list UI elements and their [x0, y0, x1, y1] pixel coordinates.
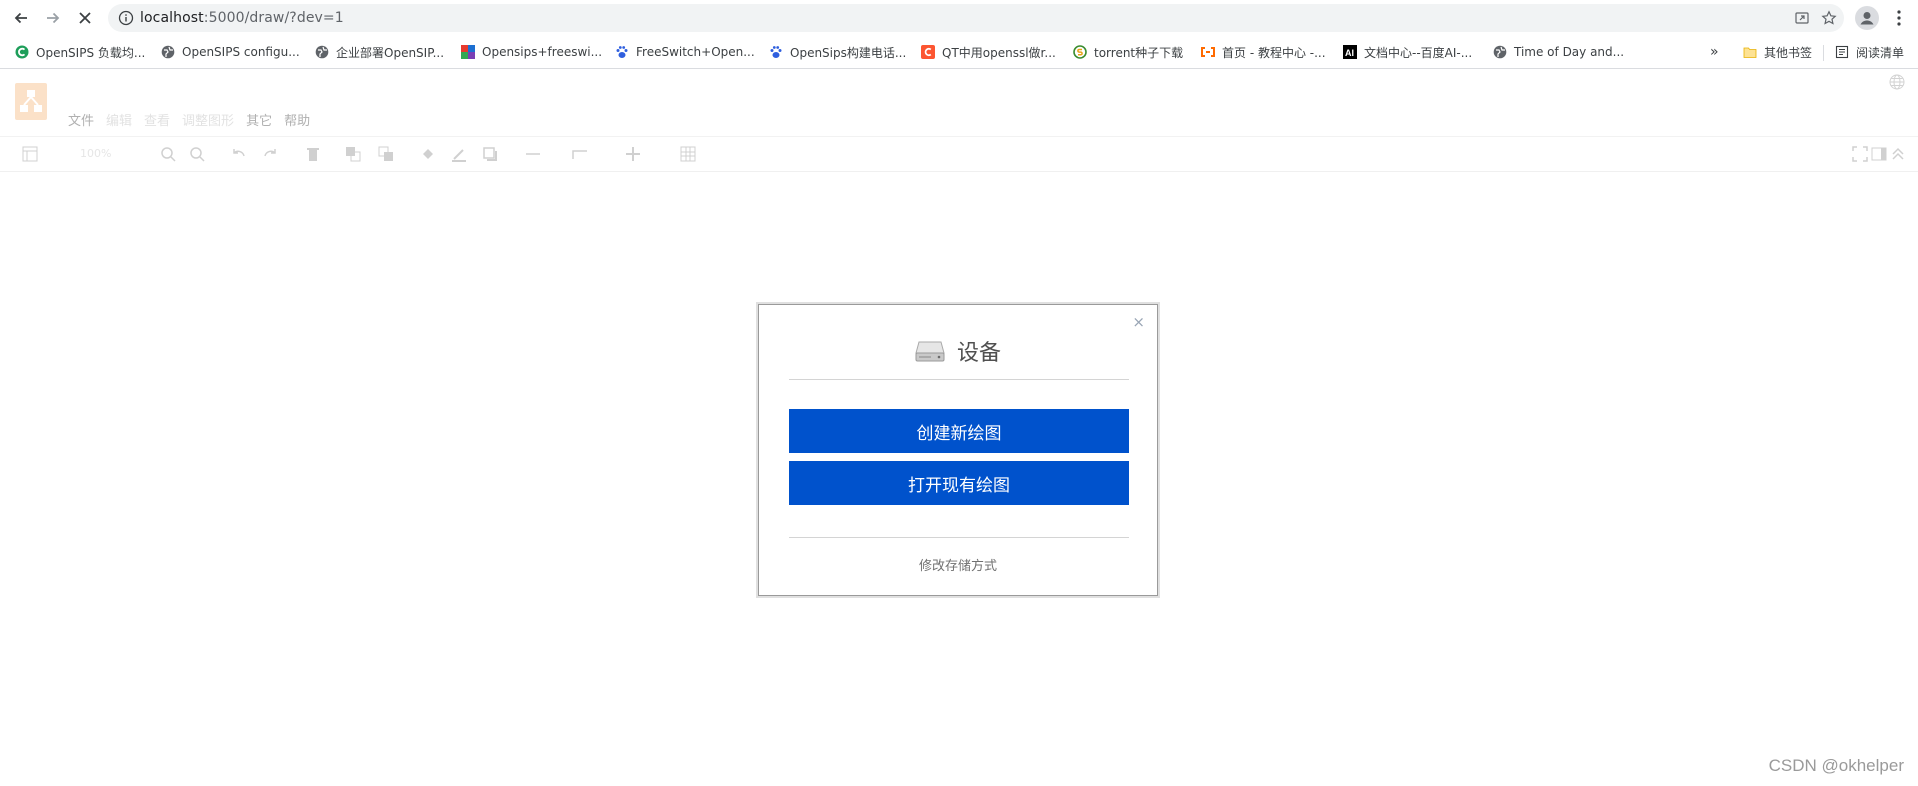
table-icon[interactable] — [680, 146, 696, 162]
bookmark-label: QT中用openssl做r... — [942, 45, 1056, 60]
browser-menu-icon[interactable] — [1892, 8, 1906, 28]
forward-button[interactable] — [42, 7, 64, 29]
bookmark-item[interactable]: AI 文档中心--百度AI-... — [1342, 43, 1472, 61]
change-storage-link[interactable]: 修改存储方式 — [759, 555, 1157, 574]
bookmark-label: OpenSips构建电话... — [790, 45, 907, 60]
address-bar[interactable]: localhost:5000/draw/?dev=1 — [108, 4, 1844, 32]
aliyun-favicon-icon — [1200, 44, 1216, 60]
bookmark-label: Opensips+freeswi... — [482, 45, 603, 59]
back-button[interactable] — [10, 7, 32, 29]
share-icon[interactable] — [1794, 10, 1810, 26]
arrow-right-icon — [47, 12, 60, 24]
close-icon — [79, 12, 91, 24]
csdn-watermark: CSDN @okhelper — [1768, 756, 1904, 775]
menu-help[interactable]: 帮助 — [284, 110, 310, 129]
dialog-header: 设备 — [759, 335, 1157, 367]
drawio-logo — [15, 83, 47, 120]
reading-list-label: 阅读清单 — [1856, 45, 1905, 60]
shadow-icon[interactable] — [482, 146, 498, 162]
globe-favicon-icon — [1492, 44, 1508, 60]
bookmark-label: OpenSIPS configu... — [182, 45, 300, 59]
to-back-icon[interactable] — [378, 146, 394, 162]
fullscreen-icon[interactable] — [1852, 146, 1868, 162]
baidu-paw-favicon-icon — [614, 44, 630, 60]
bookmark-item[interactable]: torrent种子下载 — [1072, 43, 1183, 61]
bookmark-item[interactable]: Time of Day and... — [1492, 43, 1624, 61]
bookmark-label: FreeSwitch+Open... — [636, 45, 755, 59]
bookmark-item[interactable]: Opensips+freeswi... — [460, 43, 602, 61]
s-circle-favicon-icon — [1072, 44, 1088, 60]
bookmark-label: OpenSIPS 负载均... — [36, 45, 146, 60]
panels-icon[interactable] — [22, 146, 38, 162]
menu-file[interactable]: 文件 — [68, 110, 94, 129]
bookmark-item[interactable]: OpenSIPS 负载均... — [14, 43, 145, 61]
browser-toolbar: localhost:5000/draw/?dev=1 — [0, 0, 1918, 36]
bookmarks-bar: OpenSIPS 负载均... OpenSIPS configu... 企业部署… — [0, 36, 1918, 69]
footer-divider — [789, 537, 1129, 538]
csdn-c-favicon-icon — [920, 44, 936, 60]
menu-arrange[interactable]: 调整图形 — [182, 110, 234, 129]
reading-list-button[interactable]: 阅读清单 — [1834, 43, 1904, 61]
other-bookmarks-folder[interactable]: 其他书签 — [1742, 43, 1812, 61]
redo-icon[interactable] — [263, 146, 279, 162]
dialog-title: 设备 — [956, 341, 1001, 366]
line-color-icon[interactable] — [451, 146, 467, 162]
bookmarks-divider — [1823, 45, 1824, 61]
green-c-favicon-icon — [14, 44, 30, 60]
globe-favicon-icon — [160, 44, 176, 60]
profile-avatar-icon[interactable] — [1855, 6, 1879, 30]
header-divider — [789, 379, 1129, 380]
close-dialog-button[interactable]: × — [1132, 313, 1145, 331]
zoom-in-icon[interactable] — [160, 146, 176, 162]
insert-icon[interactable] — [625, 146, 641, 162]
waypoints-icon[interactable] — [572, 146, 588, 162]
to-front-icon[interactable] — [345, 146, 361, 162]
url-path: :5000/draw/?dev=1 — [203, 10, 344, 26]
stop-loading-button[interactable] — [74, 7, 96, 29]
globe-favicon-icon — [314, 44, 330, 60]
bookmark-item[interactable]: OpenSips构建电话... — [768, 43, 906, 61]
site-info-icon[interactable] — [118, 10, 134, 26]
bookmark-label: Time of Day and... — [1514, 45, 1625, 59]
storage-dialog: × 设备 创建新绘图 打开现有绘图 修改存储方式 — [758, 304, 1158, 596]
bookmark-label: 首页 - 教程中心 -... — [1222, 45, 1326, 60]
bookmark-star-icon[interactable] — [1821, 10, 1837, 26]
fill-color-icon[interactable] — [420, 146, 436, 162]
collapse-chevron-icon[interactable] — [1890, 146, 1906, 162]
menu-extras[interactable]: 其它 — [246, 110, 272, 129]
menu-edit[interactable]: 编辑 — [106, 110, 132, 129]
folder-icon — [1742, 44, 1758, 60]
colorful-square-favicon-icon — [460, 44, 476, 60]
hard-drive-icon — [915, 339, 945, 363]
bookmark-label: 文档中心--百度AI-... — [1364, 45, 1473, 60]
bookmark-item[interactable]: 首页 - 教程中心 -... — [1200, 43, 1326, 61]
create-new-diagram-button[interactable]: 创建新绘图 — [789, 409, 1129, 453]
app-toolbar: 100% — [0, 136, 1918, 172]
connection-icon[interactable] — [525, 146, 541, 162]
bookmark-label: 企业部署OpenSIP... — [336, 45, 445, 60]
svg-text:AI: AI — [1345, 48, 1354, 58]
arrow-left-icon — [14, 12, 27, 24]
bookmark-label: torrent种子下载 — [1094, 45, 1184, 60]
bookmark-item[interactable]: 企业部署OpenSIP... — [314, 43, 444, 61]
bookmark-item[interactable]: OpenSIPS configu... — [160, 43, 300, 61]
baidu-paw-favicon-icon — [768, 44, 784, 60]
ai-favicon-icon: AI — [1342, 44, 1358, 60]
format-panel-icon[interactable] — [1871, 146, 1887, 162]
zoom-out-icon[interactable] — [189, 146, 205, 162]
app-menubar: 文件 编辑 查看 调整图形 其它 帮助 — [68, 110, 322, 129]
url-host: localhost — [140, 10, 204, 26]
open-existing-diagram-button[interactable]: 打开现有绘图 — [789, 461, 1129, 505]
undo-icon[interactable] — [230, 146, 246, 162]
delete-icon[interactable] — [305, 146, 321, 162]
menu-view[interactable]: 查看 — [144, 110, 170, 129]
bookmark-item[interactable]: QT中用openssl做r... — [920, 43, 1056, 61]
bookmarks-overflow-button[interactable]: » — [1710, 43, 1719, 61]
reading-list-icon — [1834, 44, 1850, 60]
url-text: localhost:5000/draw/?dev=1 — [140, 10, 344, 26]
zoom-level[interactable]: 100% — [80, 147, 111, 160]
language-globe-icon[interactable] — [1889, 74, 1905, 90]
bookmark-item[interactable]: FreeSwitch+Open... — [614, 43, 755, 61]
other-bookmarks-label: 其他书签 — [1764, 45, 1813, 60]
